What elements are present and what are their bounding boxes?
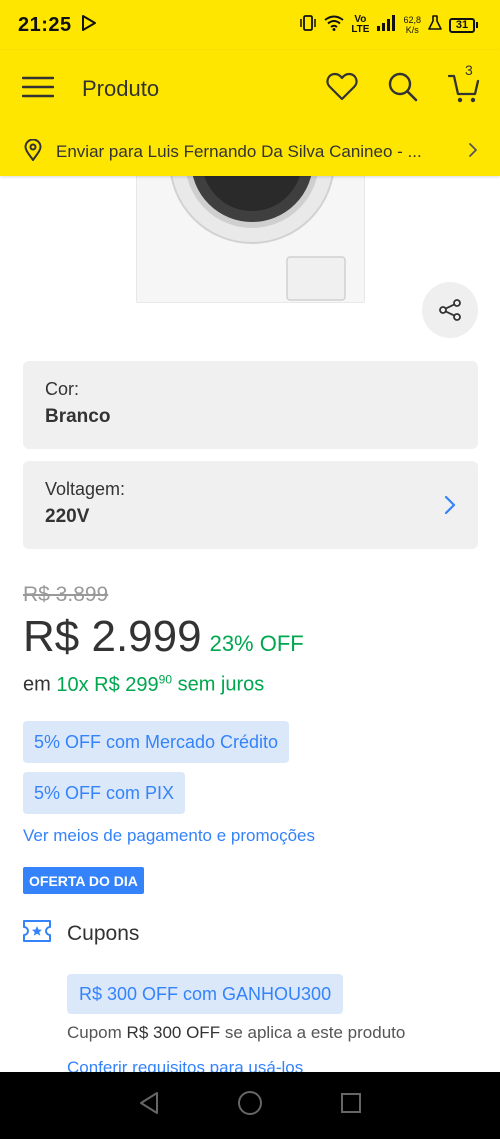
coupons-title: Cupons [67, 921, 140, 945]
voltage-label: Voltagem: [45, 479, 126, 499]
coupon-amount: R$ 300 OFF [126, 1023, 221, 1042]
play-store-icon [80, 14, 98, 37]
recents-icon[interactable] [340, 1092, 362, 1119]
voltage-value: 220V [45, 506, 90, 527]
status-time: 21:25 [18, 13, 72, 36]
home-icon[interactable] [237, 1090, 263, 1121]
promo-chip-mercado-credito[interactable]: 5% OFF com Mercado Crédito [23, 721, 290, 763]
color-label: Cor: [45, 379, 80, 399]
coupon-chip[interactable]: R$ 300 OFF com GANHOU300 [67, 974, 344, 1014]
deal-of-the-day-badge: OFERTA DO DIA [23, 867, 144, 894]
shipping-address-row[interactable]: Enviar para Luis Fernando Da Silva Canin… [0, 128, 500, 176]
color-variant-card[interactable]: Cor: Branco [23, 361, 478, 449]
signal-icon [376, 14, 396, 36]
installments-cents: 90 [158, 672, 173, 686]
page-title: Produto [82, 76, 160, 101]
coupons-section-header: Cupons [23, 920, 139, 947]
installments-amount: 10x R$ 29990 [56, 672, 173, 696]
installments-prefix: em [23, 673, 51, 696]
price-row: R$ 2.999 23% OFF [23, 612, 304, 662]
color-value: Branco [45, 406, 111, 427]
installments-row: em 10x R$ 29990 sem juros [23, 672, 264, 697]
network-speed-label: 62,8 K/s [403, 15, 421, 35]
wifi-icon [324, 15, 344, 36]
search-icon[interactable] [388, 72, 418, 107]
coupon-ticket-icon [23, 920, 51, 947]
original-price: R$ 3.899 [23, 583, 109, 606]
status-bar: 21:25 Vo LTE 62,8 K/s 31 [0, 0, 500, 50]
current-price: R$ 2.999 [23, 612, 202, 661]
system-navigation-bar [0, 1072, 500, 1139]
installments-suffix: sem juros [177, 673, 265, 696]
discount-label: 23% OFF [209, 631, 304, 656]
battery-level: 31 [449, 17, 475, 33]
network-type-label: Vo LTE [351, 14, 370, 35]
cart-button[interactable]: 3 [447, 62, 480, 109]
menu-icon[interactable] [21, 76, 55, 103]
location-pin-icon [24, 138, 42, 166]
shipping-address-text: Enviar para Luis Fernando Da Silva Canin… [56, 142, 422, 161]
share-icon [439, 299, 461, 321]
vibrate-icon [299, 14, 317, 36]
share-button[interactable] [422, 282, 478, 338]
chevron-right-icon [468, 142, 478, 163]
favorites-heart-icon[interactable] [326, 72, 358, 107]
promo-chip-pix[interactable]: 5% OFF com PIX [23, 772, 186, 814]
header: Produto 3 Enviar para Luis Fernando Da S… [0, 50, 500, 176]
back-icon[interactable] [138, 1091, 160, 1120]
chevron-right-icon [444, 495, 456, 520]
battery-icon: 31 [449, 17, 478, 33]
cart-icon [447, 74, 480, 102]
voltage-variant-card[interactable]: Voltagem: 220V [23, 461, 478, 549]
lab-icon [428, 14, 442, 36]
coupon-description: Cupom R$ 300 OFF se aplica a este produt… [67, 1023, 406, 1042]
cart-count-badge: 3 [465, 61, 473, 78]
payment-methods-link[interactable]: Ver meios de pagamento e promoções [23, 826, 315, 846]
